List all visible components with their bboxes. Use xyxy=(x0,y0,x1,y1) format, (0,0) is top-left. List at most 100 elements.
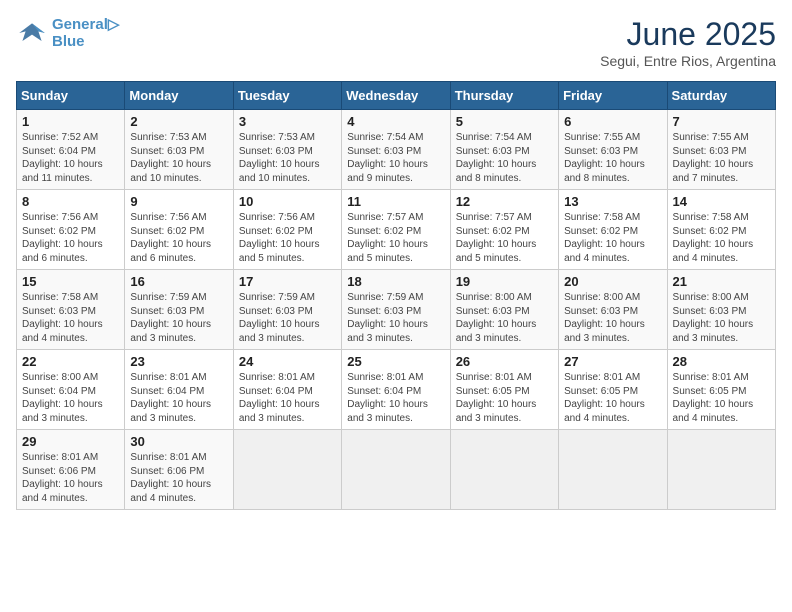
day-info: Sunrise: 8:01 AM Sunset: 6:05 PM Dayligh… xyxy=(564,371,661,425)
week-row-2: 8 Sunrise: 7:56 AM Sunset: 6:02 PM Daylig… xyxy=(17,190,776,270)
day-info: Sunrise: 7:58 AM Sunset: 6:03 PM Dayligh… xyxy=(22,291,119,345)
day-info: Sunrise: 8:00 AM Sunset: 6:03 PM Dayligh… xyxy=(673,291,770,345)
day-info: Sunrise: 7:52 AM Sunset: 6:04 PM Dayligh… xyxy=(22,131,119,185)
day-cell: 5Sunrise: 7:54 AM Sunset: 6:03 PM Daylig… xyxy=(450,110,558,190)
logo-icon xyxy=(16,17,48,49)
day-cell: 2 Sunrise: 7:53 AM Sunset: 6:03 PM Daylig… xyxy=(125,110,233,190)
column-header-saturday: Saturday xyxy=(667,82,775,110)
day-number: 29 xyxy=(22,434,119,449)
day-cell: 10 Sunrise: 7:56 AM Sunset: 6:02 PM Dayli… xyxy=(233,190,341,270)
day-number: 26 xyxy=(456,354,553,369)
day-info: Sunrise: 8:01 AM Sunset: 6:05 PM Dayligh… xyxy=(673,371,770,425)
day-info: Sunrise: 7:59 AM Sunset: 6:03 PM Dayligh… xyxy=(239,291,336,345)
day-info: Sunrise: 8:00 AM Sunset: 6:04 PM Dayligh… xyxy=(22,371,119,425)
day-number: 5 xyxy=(456,114,553,129)
day-cell: 27Sunrise: 8:01 AM Sunset: 6:05 PM Dayli… xyxy=(559,350,667,430)
day-info: Sunrise: 7:57 AM Sunset: 6:02 PM Dayligh… xyxy=(347,211,444,265)
day-number: 23 xyxy=(130,354,227,369)
logo-line2: Blue xyxy=(52,34,119,51)
calendar-header-row: SundayMondayTuesdayWednesdayThursdayFrid… xyxy=(17,82,776,110)
day-cell: 25 Sunrise: 8:01 AM Sunset: 6:04 PM Dayli… xyxy=(342,350,450,430)
day-number: 20 xyxy=(564,274,661,289)
title-area: June 2025 Segui, Entre Rios, Argentina xyxy=(600,16,776,69)
day-cell: 22 Sunrise: 8:00 AM Sunset: 6:04 PM Dayli… xyxy=(17,350,125,430)
day-cell: 30 Sunrise: 8:01 AM Sunset: 6:06 PM Dayli… xyxy=(125,430,233,510)
day-number: 8 xyxy=(22,194,119,209)
day-cell: 4 Sunrise: 7:54 AM Sunset: 6:03 PM Daylig… xyxy=(342,110,450,190)
day-info: Sunrise: 7:58 AM Sunset: 6:02 PM Dayligh… xyxy=(673,211,770,265)
column-header-tuesday: Tuesday xyxy=(233,82,341,110)
column-header-friday: Friday xyxy=(559,82,667,110)
day-cell xyxy=(559,430,667,510)
day-info: Sunrise: 8:01 AM Sunset: 6:04 PM Dayligh… xyxy=(130,371,227,425)
day-number: 14 xyxy=(673,194,770,209)
day-number: 3 xyxy=(239,114,336,129)
day-info: Sunrise: 8:01 AM Sunset: 6:06 PM Dayligh… xyxy=(130,451,227,505)
day-number: 1 xyxy=(22,114,119,129)
location-subtitle: Segui, Entre Rios, Argentina xyxy=(600,53,776,69)
day-number: 2 xyxy=(130,114,227,129)
day-info: Sunrise: 7:56 AM Sunset: 6:02 PM Dayligh… xyxy=(239,211,336,265)
day-info: Sunrise: 7:58 AM Sunset: 6:02 PM Dayligh… xyxy=(564,211,661,265)
day-cell: 29 Sunrise: 8:01 AM Sunset: 6:06 PM Dayli… xyxy=(17,430,125,510)
day-number: 10 xyxy=(239,194,336,209)
column-header-thursday: Thursday xyxy=(450,82,558,110)
day-info: Sunrise: 8:01 AM Sunset: 6:05 PM Dayligh… xyxy=(456,371,553,425)
day-number: 16 xyxy=(130,274,227,289)
day-number: 24 xyxy=(239,354,336,369)
day-number: 17 xyxy=(239,274,336,289)
day-info: Sunrise: 7:56 AM Sunset: 6:02 PM Dayligh… xyxy=(130,211,227,265)
day-info: Sunrise: 7:59 AM Sunset: 6:03 PM Dayligh… xyxy=(347,291,444,345)
day-cell xyxy=(233,430,341,510)
day-number: 19 xyxy=(456,274,553,289)
day-cell: 28 Sunrise: 8:01 AM Sunset: 6:05 PM Dayli… xyxy=(667,350,775,430)
logo-blue: ▷ xyxy=(108,16,120,33)
day-number: 21 xyxy=(673,274,770,289)
day-cell xyxy=(342,430,450,510)
day-cell: 21 Sunrise: 8:00 AM Sunset: 6:03 PM Dayli… xyxy=(667,270,775,350)
day-cell: 8 Sunrise: 7:56 AM Sunset: 6:02 PM Daylig… xyxy=(17,190,125,270)
day-cell: 14 Sunrise: 7:58 AM Sunset: 6:02 PM Dayli… xyxy=(667,190,775,270)
day-info: Sunrise: 7:55 AM Sunset: 6:03 PM Dayligh… xyxy=(673,131,770,185)
day-cell: 19 Sunrise: 8:00 AM Sunset: 6:03 PM Dayli… xyxy=(450,270,558,350)
day-cell: 1 Sunrise: 7:52 AM Sunset: 6:04 PM Daylig… xyxy=(17,110,125,190)
day-number: 13 xyxy=(564,194,661,209)
day-cell xyxy=(667,430,775,510)
day-number: 28 xyxy=(673,354,770,369)
day-cell: 15Sunrise: 7:58 AM Sunset: 6:03 PM Dayli… xyxy=(17,270,125,350)
week-row-1: 1 Sunrise: 7:52 AM Sunset: 6:04 PM Daylig… xyxy=(17,110,776,190)
day-info: Sunrise: 8:01 AM Sunset: 6:04 PM Dayligh… xyxy=(347,371,444,425)
day-cell: 23 Sunrise: 8:01 AM Sunset: 6:04 PM Dayli… xyxy=(125,350,233,430)
day-info: Sunrise: 8:01 AM Sunset: 6:06 PM Dayligh… xyxy=(22,451,119,505)
day-info: Sunrise: 7:54 AM Sunset: 6:03 PM Dayligh… xyxy=(347,131,444,185)
day-info: Sunrise: 8:00 AM Sunset: 6:03 PM Dayligh… xyxy=(456,291,553,345)
day-cell: 18Sunrise: 7:59 AM Sunset: 6:03 PM Dayli… xyxy=(342,270,450,350)
logo-line1: General xyxy=(52,16,108,33)
day-cell: 24 Sunrise: 8:01 AM Sunset: 6:04 PM Dayli… xyxy=(233,350,341,430)
week-row-5: 29 Sunrise: 8:01 AM Sunset: 6:06 PM Dayli… xyxy=(17,430,776,510)
day-info: Sunrise: 7:57 AM Sunset: 6:02 PM Dayligh… xyxy=(456,211,553,265)
day-cell: 13 Sunrise: 7:58 AM Sunset: 6:02 PM Dayli… xyxy=(559,190,667,270)
column-header-monday: Monday xyxy=(125,82,233,110)
month-title: June 2025 xyxy=(600,16,776,53)
day-number: 25 xyxy=(347,354,444,369)
day-info: Sunrise: 7:53 AM Sunset: 6:03 PM Dayligh… xyxy=(130,131,227,185)
page-header: General▷ Blue June 2025 Segui, Entre Rio… xyxy=(16,16,776,69)
day-cell: 17 Sunrise: 7:59 AM Sunset: 6:03 PM Dayli… xyxy=(233,270,341,350)
day-number: 9 xyxy=(130,194,227,209)
calendar-table: SundayMondayTuesdayWednesdayThursdayFrid… xyxy=(16,81,776,510)
day-cell: 9 Sunrise: 7:56 AM Sunset: 6:02 PM Daylig… xyxy=(125,190,233,270)
logo-text: General▷ Blue xyxy=(52,16,119,51)
day-number: 6 xyxy=(564,114,661,129)
day-number: 7 xyxy=(673,114,770,129)
week-row-4: 22 Sunrise: 8:00 AM Sunset: 6:04 PM Dayli… xyxy=(17,350,776,430)
week-row-3: 15Sunrise: 7:58 AM Sunset: 6:03 PM Dayli… xyxy=(17,270,776,350)
day-number: 22 xyxy=(22,354,119,369)
day-cell: 6Sunrise: 7:55 AM Sunset: 6:03 PM Daylig… xyxy=(559,110,667,190)
day-info: Sunrise: 7:56 AM Sunset: 6:02 PM Dayligh… xyxy=(22,211,119,265)
day-number: 30 xyxy=(130,434,227,449)
day-cell: 26 Sunrise: 8:01 AM Sunset: 6:05 PM Dayli… xyxy=(450,350,558,430)
day-number: 4 xyxy=(347,114,444,129)
day-cell: 3Sunrise: 7:53 AM Sunset: 6:03 PM Daylig… xyxy=(233,110,341,190)
day-info: Sunrise: 8:01 AM Sunset: 6:04 PM Dayligh… xyxy=(239,371,336,425)
